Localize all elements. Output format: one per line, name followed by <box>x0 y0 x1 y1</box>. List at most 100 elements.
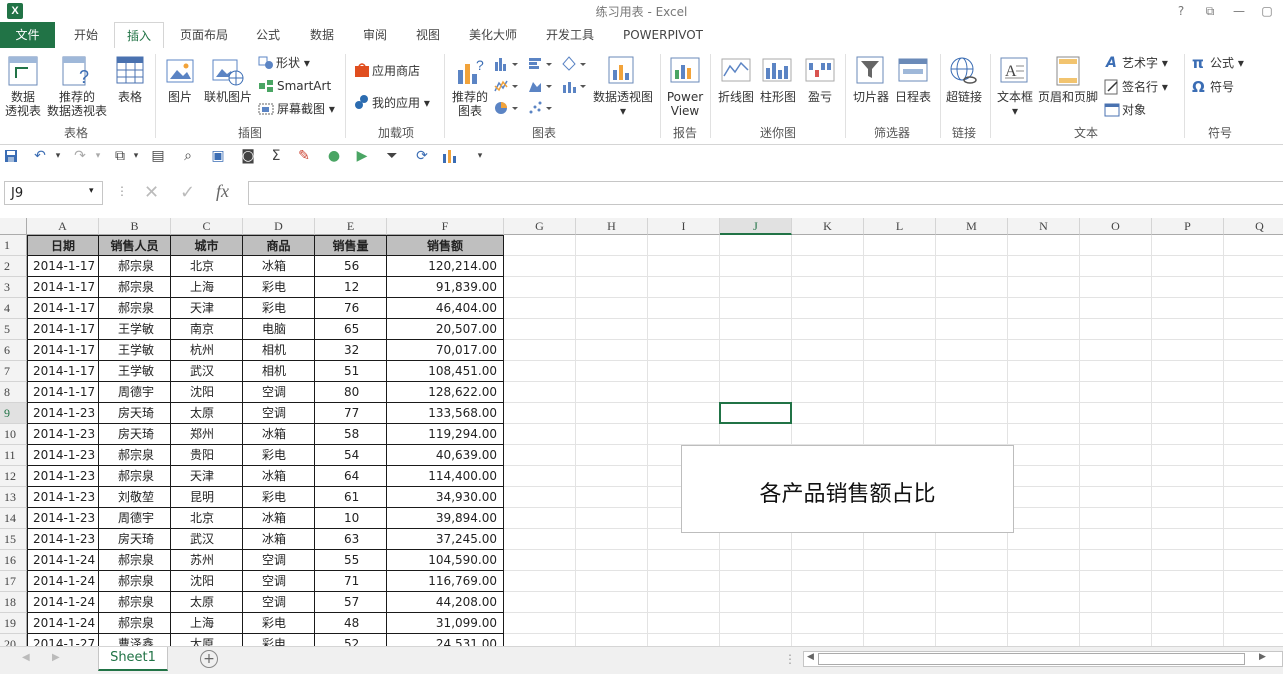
table-cell[interactable]: 郝宗泉 <box>99 550 171 571</box>
table-cell[interactable]: 郑州 <box>171 424 243 445</box>
add-sheet-icon[interactable]: + <box>200 650 218 668</box>
undo-icon[interactable]: ↶ <box>32 148 48 164</box>
table-cell[interactable]: 34,930.00 <box>387 487 504 508</box>
print-preview-icon[interactable]: ▤ <box>150 148 166 164</box>
customize-qat-icon[interactable]: ▾ <box>472 148 488 164</box>
next-sheet-icon[interactable]: ▶ <box>52 652 60 663</box>
table-cell[interactable]: 108,451.00 <box>387 361 504 382</box>
table-cell[interactable]: 20,507.00 <box>387 319 504 340</box>
row-header[interactable]: 3 <box>0 277 27 298</box>
column-header-k[interactable]: K <box>792 218 864 235</box>
table-cell[interactable]: 57 <box>315 592 387 613</box>
table-cell[interactable]: 2014-1-17 <box>27 298 99 319</box>
table-cell[interactable]: 冰箱 <box>243 529 315 550</box>
minimize-button[interactable]: — <box>1226 2 1252 20</box>
table-cell[interactable]: 太原 <box>171 403 243 424</box>
table-cell[interactable]: 太原 <box>171 592 243 613</box>
table-cell[interactable]: 郝宗泉 <box>99 592 171 613</box>
table-cell[interactable]: 郝宗泉 <box>99 277 171 298</box>
table-cell[interactable]: 64 <box>315 466 387 487</box>
save-icon[interactable] <box>4 149 18 163</box>
row-header[interactable]: 19 <box>0 613 27 634</box>
clear-icon[interactable]: ✎ <box>296 148 312 164</box>
table-cell[interactable]: 武汉 <box>171 361 243 382</box>
table-cell[interactable]: 104,590.00 <box>387 550 504 571</box>
table-cell[interactable]: 武汉 <box>171 529 243 550</box>
column-header-i[interactable]: I <box>648 218 720 235</box>
row-header[interactable]: 13 <box>0 487 27 508</box>
tab-insert[interactable]: 插入 <box>114 22 164 50</box>
table-cell[interactable]: 冰箱 <box>243 466 315 487</box>
table-cell[interactable]: 相机 <box>243 340 315 361</box>
pie-chart-icon[interactable] <box>494 100 522 116</box>
column-header-g[interactable]: G <box>504 218 576 235</box>
table-cell[interactable]: 南京 <box>171 319 243 340</box>
format-dropdown-icon[interactable]: ▾ <box>128 148 144 164</box>
column-title-cell[interactable]: 日期 <box>27 235 99 256</box>
table-cell[interactable]: 46,404.00 <box>387 298 504 319</box>
table-cell[interactable]: 40,639.00 <box>387 445 504 466</box>
row-header[interactable]: 11 <box>0 445 27 466</box>
name-box-dropdown-icon[interactable]: ▾ <box>89 186 94 196</box>
table-cell[interactable]: 2014-1-17 <box>27 319 99 340</box>
row-header[interactable]: 10 <box>0 424 27 445</box>
select-all-corner[interactable] <box>0 218 27 235</box>
table-cell[interactable]: 2014-1-23 <box>27 466 99 487</box>
tab-page-layout[interactable]: 页面布局 <box>172 22 236 48</box>
table-cell[interactable]: 2014-1-23 <box>27 508 99 529</box>
table-cell[interactable]: 彩电 <box>243 298 315 319</box>
table-cell[interactable]: 上海 <box>171 613 243 634</box>
table-cell[interactable]: 2014-1-17 <box>27 382 99 403</box>
prev-sheet-icon[interactable]: ◀ <box>22 652 30 663</box>
table-cell[interactable]: 北京 <box>171 508 243 529</box>
tab-file[interactable]: 文件 <box>0 22 55 48</box>
table-cell[interactable]: 2014-1-23 <box>27 445 99 466</box>
tab-developer[interactable]: 开发工具 <box>536 22 604 48</box>
table-cell[interactable]: 12 <box>315 277 387 298</box>
undo-dropdown-icon[interactable]: ▾ <box>50 148 66 164</box>
table-cell[interactable]: 电脑 <box>243 319 315 340</box>
chart-title-textbox[interactable]: 各产品销售额占比 <box>681 445 1014 533</box>
table-cell[interactable]: 天津 <box>171 298 243 319</box>
table-cell[interactable]: 56 <box>315 256 387 277</box>
tab-split-handle-icon[interactable]: ⋮ <box>784 652 796 666</box>
table-cell[interactable]: 上海 <box>171 277 243 298</box>
table-cell[interactable]: 2014-1-17 <box>27 256 99 277</box>
table-cell[interactable]: 91,839.00 <box>387 277 504 298</box>
scroll-left-icon[interactable]: ◀ <box>807 652 814 662</box>
sheet-tab-sheet1[interactable]: Sheet1 <box>98 647 168 671</box>
table-cell[interactable]: 65 <box>315 319 387 340</box>
redo-icon[interactable]: ↷ <box>72 148 88 164</box>
row-header[interactable]: 1 <box>0 235 27 256</box>
table-cell[interactable]: 2014-1-17 <box>27 277 99 298</box>
table-cell[interactable]: 32 <box>315 340 387 361</box>
form-icon[interactable]: ▣ <box>210 148 226 164</box>
table-cell[interactable]: 沈阳 <box>171 382 243 403</box>
table-cell[interactable]: 128,622.00 <box>387 382 504 403</box>
table-cell[interactable]: 24,531.00 <box>387 634 504 646</box>
table-cell[interactable]: 房天琦 <box>99 424 171 445</box>
table-cell[interactable]: 114,400.00 <box>387 466 504 487</box>
horizontal-scrollbar[interactable]: ◀ ▶ <box>803 651 1283 667</box>
table-cell[interactable]: 133,568.00 <box>387 403 504 424</box>
insert-function-icon[interactable]: fx <box>216 181 229 202</box>
row-header[interactable]: 7 <box>0 361 27 382</box>
row-header[interactable]: 16 <box>0 550 27 571</box>
table-cell[interactable]: 冰箱 <box>243 256 315 277</box>
table-cell[interactable]: 冰箱 <box>243 424 315 445</box>
bar-chart-icon[interactable] <box>528 56 556 72</box>
ribbon-display-button[interactable]: ⧉ <box>1197 2 1223 20</box>
name-box[interactable]: J9 ▾ <box>4 181 103 205</box>
table-cell[interactable]: 贵阳 <box>171 445 243 466</box>
column-header-b[interactable]: B <box>99 218 171 235</box>
other-charts-icon[interactable] <box>562 56 590 72</box>
combo-chart-icon[interactable] <box>562 78 590 94</box>
format-painter-icon[interactable]: ⧉ <box>112 148 128 164</box>
table-cell[interactable]: 51 <box>315 361 387 382</box>
table-cell[interactable]: 北京 <box>171 256 243 277</box>
tab-data[interactable]: 数据 <box>300 22 344 48</box>
scatter-chart-icon[interactable] <box>528 100 556 116</box>
table-cell[interactable]: 48 <box>315 613 387 634</box>
row-header[interactable]: 6 <box>0 340 27 361</box>
table-cell[interactable]: 空调 <box>243 382 315 403</box>
